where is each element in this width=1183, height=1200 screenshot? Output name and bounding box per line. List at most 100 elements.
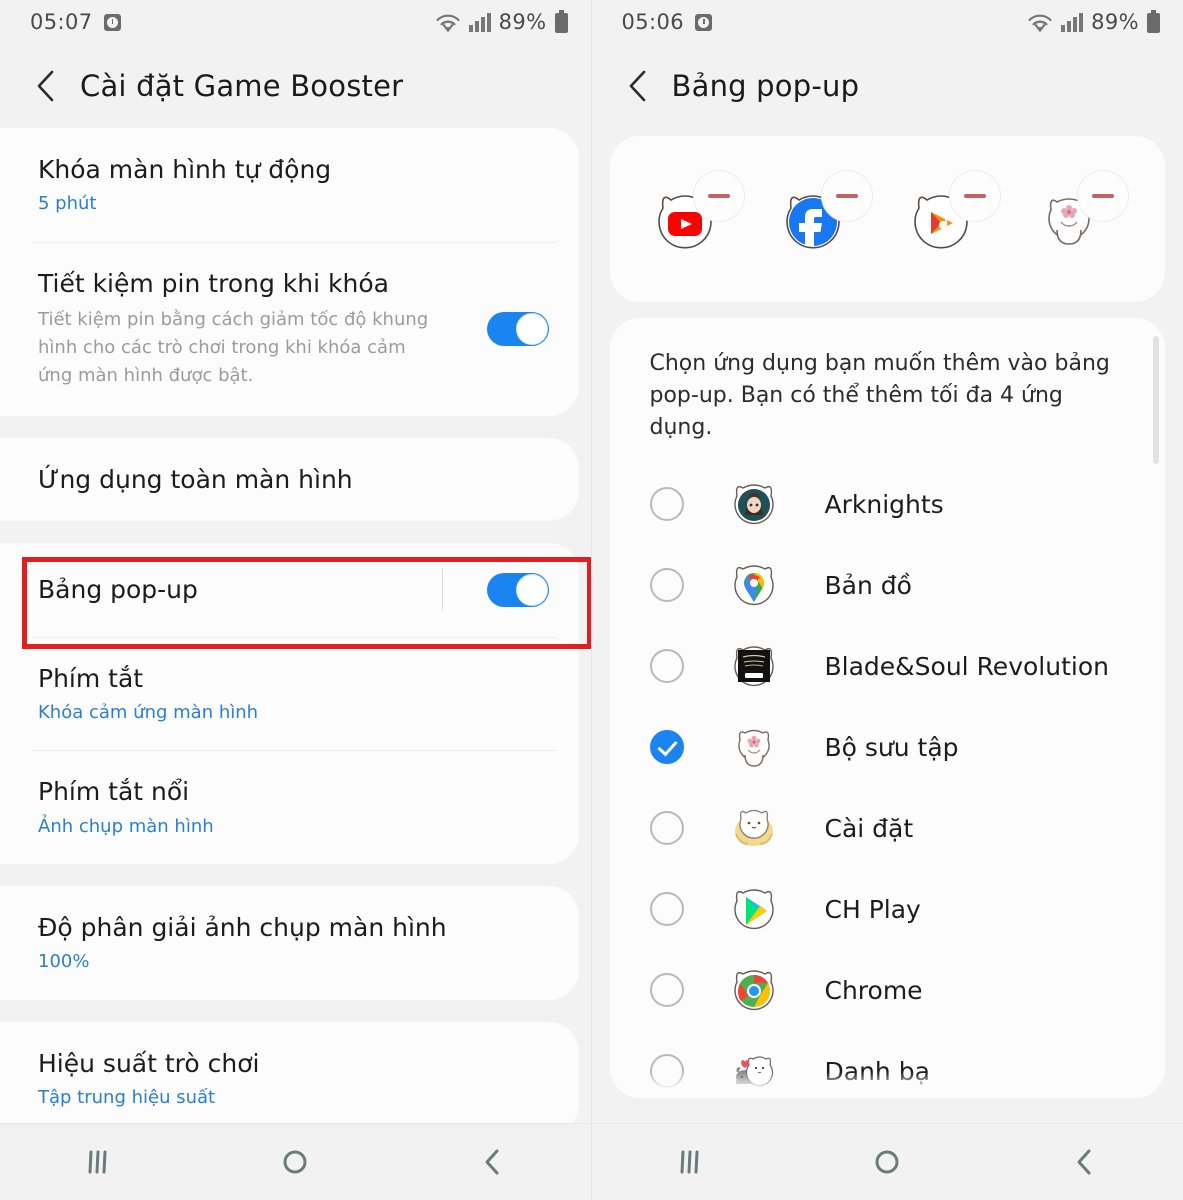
- setting-row-game-performance[interactable]: Hiệu suất trò chơi Tập trung hiệu suất: [0, 1022, 579, 1136]
- minus-icon: [836, 194, 859, 198]
- recents-button[interactable]: [645, 1137, 735, 1187]
- setting-title: Phím tắt nổi: [38, 777, 190, 807]
- setting-title: Bảng pop-up: [38, 575, 198, 605]
- app-chooser-card: Chọn ứng dụng bạn muốn thêm vào bảng pop…: [609, 318, 1166, 1098]
- setting-row-battery-saver[interactable]: Tiết kiệm pin trong khi khóa Tiết kiệm p…: [0, 241, 579, 416]
- status-bar-left: 05:07 89%: [0, 0, 591, 44]
- status-clock: 05:07: [30, 10, 93, 34]
- list-bottom-fade: [609, 1072, 1165, 1098]
- title-bar-left: Cài đặt Game Booster: [0, 44, 591, 128]
- back-chevron-icon[interactable]: [626, 69, 650, 103]
- status-clock: 05:06: [621, 10, 685, 34]
- dual-screenshot-container: 05:07 89% Cài đặt Game Booster Khóa màn …: [0, 0, 1183, 1200]
- selected-app-chip[interactable]: [1027, 170, 1131, 262]
- app-list-item[interactable]: Cài đặt: [610, 788, 1166, 869]
- app-checkbox[interactable]: [649, 568, 684, 603]
- home-icon: [283, 1150, 307, 1174]
- setting-row-fullscreen-apps[interactable]: Ứng dụng toàn màn hình: [0, 438, 579, 521]
- setting-title: Khóa màn hình tự động: [38, 155, 332, 184]
- cellular-signal-icon: [1061, 13, 1084, 32]
- setting-value: 100%: [38, 951, 90, 973]
- app-list-item[interactable]: Blade&Soul Revolution: [610, 626, 1166, 707]
- recents-icon: [88, 1150, 107, 1174]
- setting-row-floating-shortcut[interactable]: Phím tắt nổi Ảnh chụp màn hình: [0, 750, 579, 864]
- setting-value: Khóa cảm ứng màn hình: [38, 702, 259, 724]
- chrome-icon: [733, 970, 774, 1011]
- setting-row-screenshot-resolution[interactable]: Độ phân giải ảnh chụp màn hình 100%: [0, 886, 579, 1000]
- app-list-item[interactable]: Arknights: [610, 464, 1166, 545]
- app-list-item[interactable]: Bản đồ: [610, 545, 1166, 626]
- app-list-item[interactable]: Bộ sưu tập: [610, 707, 1166, 788]
- back-chevron-icon: [1077, 1149, 1091, 1175]
- selected-apps-strip: [610, 136, 1166, 302]
- battery-saver-toggle[interactable]: [486, 311, 549, 346]
- remove-app-button[interactable]: [693, 170, 746, 222]
- selected-app-chip[interactable]: [771, 170, 875, 262]
- recents-icon: [680, 1150, 699, 1174]
- app-checkbox[interactable]: [649, 892, 684, 927]
- android-nav-bar-right: [591, 1123, 1183, 1200]
- app-checkbox[interactable]: [649, 487, 684, 522]
- setting-row-popup-panel[interactable]: Bảng pop-up: [0, 543, 579, 637]
- setting-value: Tập trung hiệu suất: [38, 1086, 216, 1108]
- app-name-label: CH Play: [824, 894, 921, 924]
- battery-icon: [554, 10, 568, 33]
- app-name-label: Bộ sưu tập: [824, 732, 959, 762]
- wifi-icon: [436, 14, 460, 32]
- back-chevron-icon[interactable]: [34, 69, 58, 103]
- setting-title: Phím tắt: [38, 663, 144, 693]
- vertical-scrollbar[interactable]: [1153, 336, 1159, 464]
- battery-percent-label: 89%: [1091, 10, 1139, 34]
- setting-row-shortcut[interactable]: Phím tắt Khóa cảm ứng màn hình: [0, 636, 579, 751]
- setting-row-auto-lock[interactable]: Khóa màn hình tự động 5 phút: [0, 128, 579, 242]
- minus-icon: [1092, 194, 1115, 198]
- app-name-label: Blade&Soul Revolution: [824, 651, 1109, 681]
- minus-icon: [964, 194, 987, 198]
- back-button[interactable]: [1039, 1137, 1129, 1187]
- app-checkbox[interactable]: [649, 973, 684, 1008]
- arknights-icon: [733, 484, 774, 525]
- alarm-clock-icon: [695, 13, 713, 31]
- android-nav-bar-left: [0, 1123, 591, 1200]
- setting-title: Ứng dụng toàn màn hình: [38, 464, 353, 494]
- right-phone-screen: 05:06 89% Bảng pop-up Chọn ứng dụng bạn …: [590, 0, 1183, 1200]
- wifi-icon: [1028, 14, 1052, 32]
- recents-button[interactable]: [53, 1137, 143, 1187]
- selected-app-chip[interactable]: [899, 170, 1003, 262]
- setting-value: 5 phút: [38, 193, 97, 215]
- selected-app-chip[interactable]: [643, 170, 747, 262]
- app-checkbox[interactable]: [649, 811, 684, 846]
- remove-app-button[interactable]: [949, 170, 1002, 222]
- app-name-label: Chrome: [824, 975, 923, 1005]
- back-chevron-icon: [485, 1149, 499, 1175]
- app-name-label: Cài đặt: [824, 813, 914, 843]
- page-title: Bảng pop-up: [671, 69, 860, 103]
- home-button[interactable]: [250, 1137, 340, 1187]
- popup-panel-toggle[interactable]: [486, 572, 549, 607]
- remove-app-button[interactable]: [821, 170, 874, 222]
- battery-percent-label: 89%: [498, 10, 547, 34]
- battery-icon: [1147, 10, 1160, 33]
- settings-card-lock: Khóa màn hình tự động 5 phút Tiết kiệm p…: [0, 128, 579, 416]
- settings-cat-icon: [734, 810, 773, 847]
- app-list: Arknights Bản đồ Blade&Soul Revolution B…: [610, 456, 1166, 1098]
- page-title: Cài đặt Game Booster: [80, 69, 404, 103]
- app-checkbox[interactable]: [649, 730, 684, 765]
- settings-card-list: Khóa màn hình tự động 5 phút Tiết kiệm p…: [0, 128, 591, 1136]
- back-button[interactable]: [447, 1137, 537, 1187]
- home-icon: [875, 1150, 899, 1174]
- settings-card-game-performance: Hiệu suất trò chơi Tập trung hiệu suất: [0, 1021, 579, 1136]
- remove-app-button[interactable]: [1077, 170, 1130, 222]
- setting-title: Độ phân giải ảnh chụp màn hình: [38, 913, 447, 943]
- app-name-label: Arknights: [824, 489, 944, 519]
- minus-icon: [708, 194, 731, 198]
- app-list-item[interactable]: Chrome: [610, 950, 1166, 1031]
- gallery-cat-icon: [737, 729, 770, 767]
- home-button[interactable]: [842, 1137, 932, 1187]
- toggle-knob: [515, 312, 548, 345]
- status-indicators: 89%: [435, 10, 569, 34]
- setting-description: Tiết kiệm pin bằng cách giảm tốc độ khun…: [38, 308, 429, 386]
- toggle-knob: [515, 573, 548, 606]
- app-checkbox[interactable]: [649, 649, 684, 684]
- app-list-item[interactable]: CH Play: [610, 869, 1166, 950]
